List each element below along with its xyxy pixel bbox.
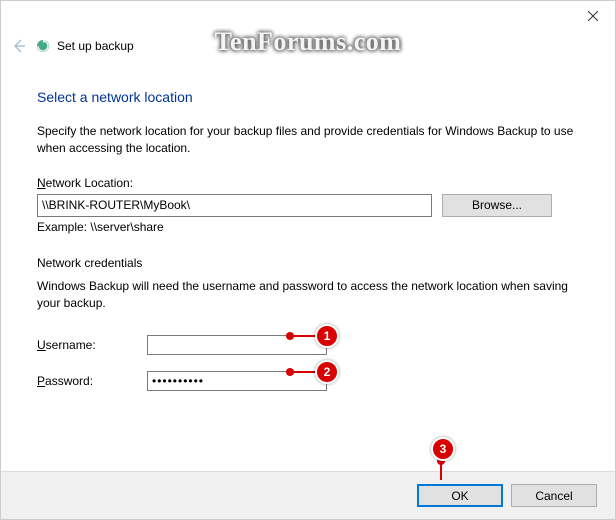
username-input[interactable] xyxy=(147,335,327,355)
network-location-label: Network Location: xyxy=(37,176,579,190)
dialog-footer: OK Cancel xyxy=(1,471,615,519)
wizard-header: Set up backup xyxy=(1,31,615,61)
close-icon xyxy=(588,11,598,21)
credentials-group-title: Network credentials xyxy=(37,256,579,270)
credentials-group-description: Windows Backup will need the username an… xyxy=(37,278,579,313)
username-row: Username: xyxy=(37,335,579,355)
back-arrow-icon xyxy=(11,38,27,54)
network-location-input[interactable] xyxy=(37,194,432,217)
username-label: Username: xyxy=(37,338,147,352)
close-button[interactable] xyxy=(571,1,615,31)
back-button[interactable] xyxy=(9,36,29,56)
cancel-button[interactable]: Cancel xyxy=(511,484,597,507)
password-input[interactable] xyxy=(147,371,327,391)
password-label: Password: xyxy=(37,374,147,388)
content-area: Select a network location Specify the ne… xyxy=(1,61,615,391)
backup-app-icon xyxy=(35,38,51,54)
password-row: Password: xyxy=(37,371,579,391)
browse-button[interactable]: Browse... xyxy=(442,194,552,217)
wizard-title: Set up backup xyxy=(57,39,134,53)
page-heading: Select a network location xyxy=(37,89,579,105)
page-description: Specify the network location for your ba… xyxy=(37,123,579,158)
ok-button[interactable]: OK xyxy=(417,484,503,507)
window-titlebar xyxy=(1,1,615,31)
annotation-marker-3: 3 xyxy=(431,437,455,461)
network-location-example: Example: \\server\share xyxy=(37,220,579,234)
